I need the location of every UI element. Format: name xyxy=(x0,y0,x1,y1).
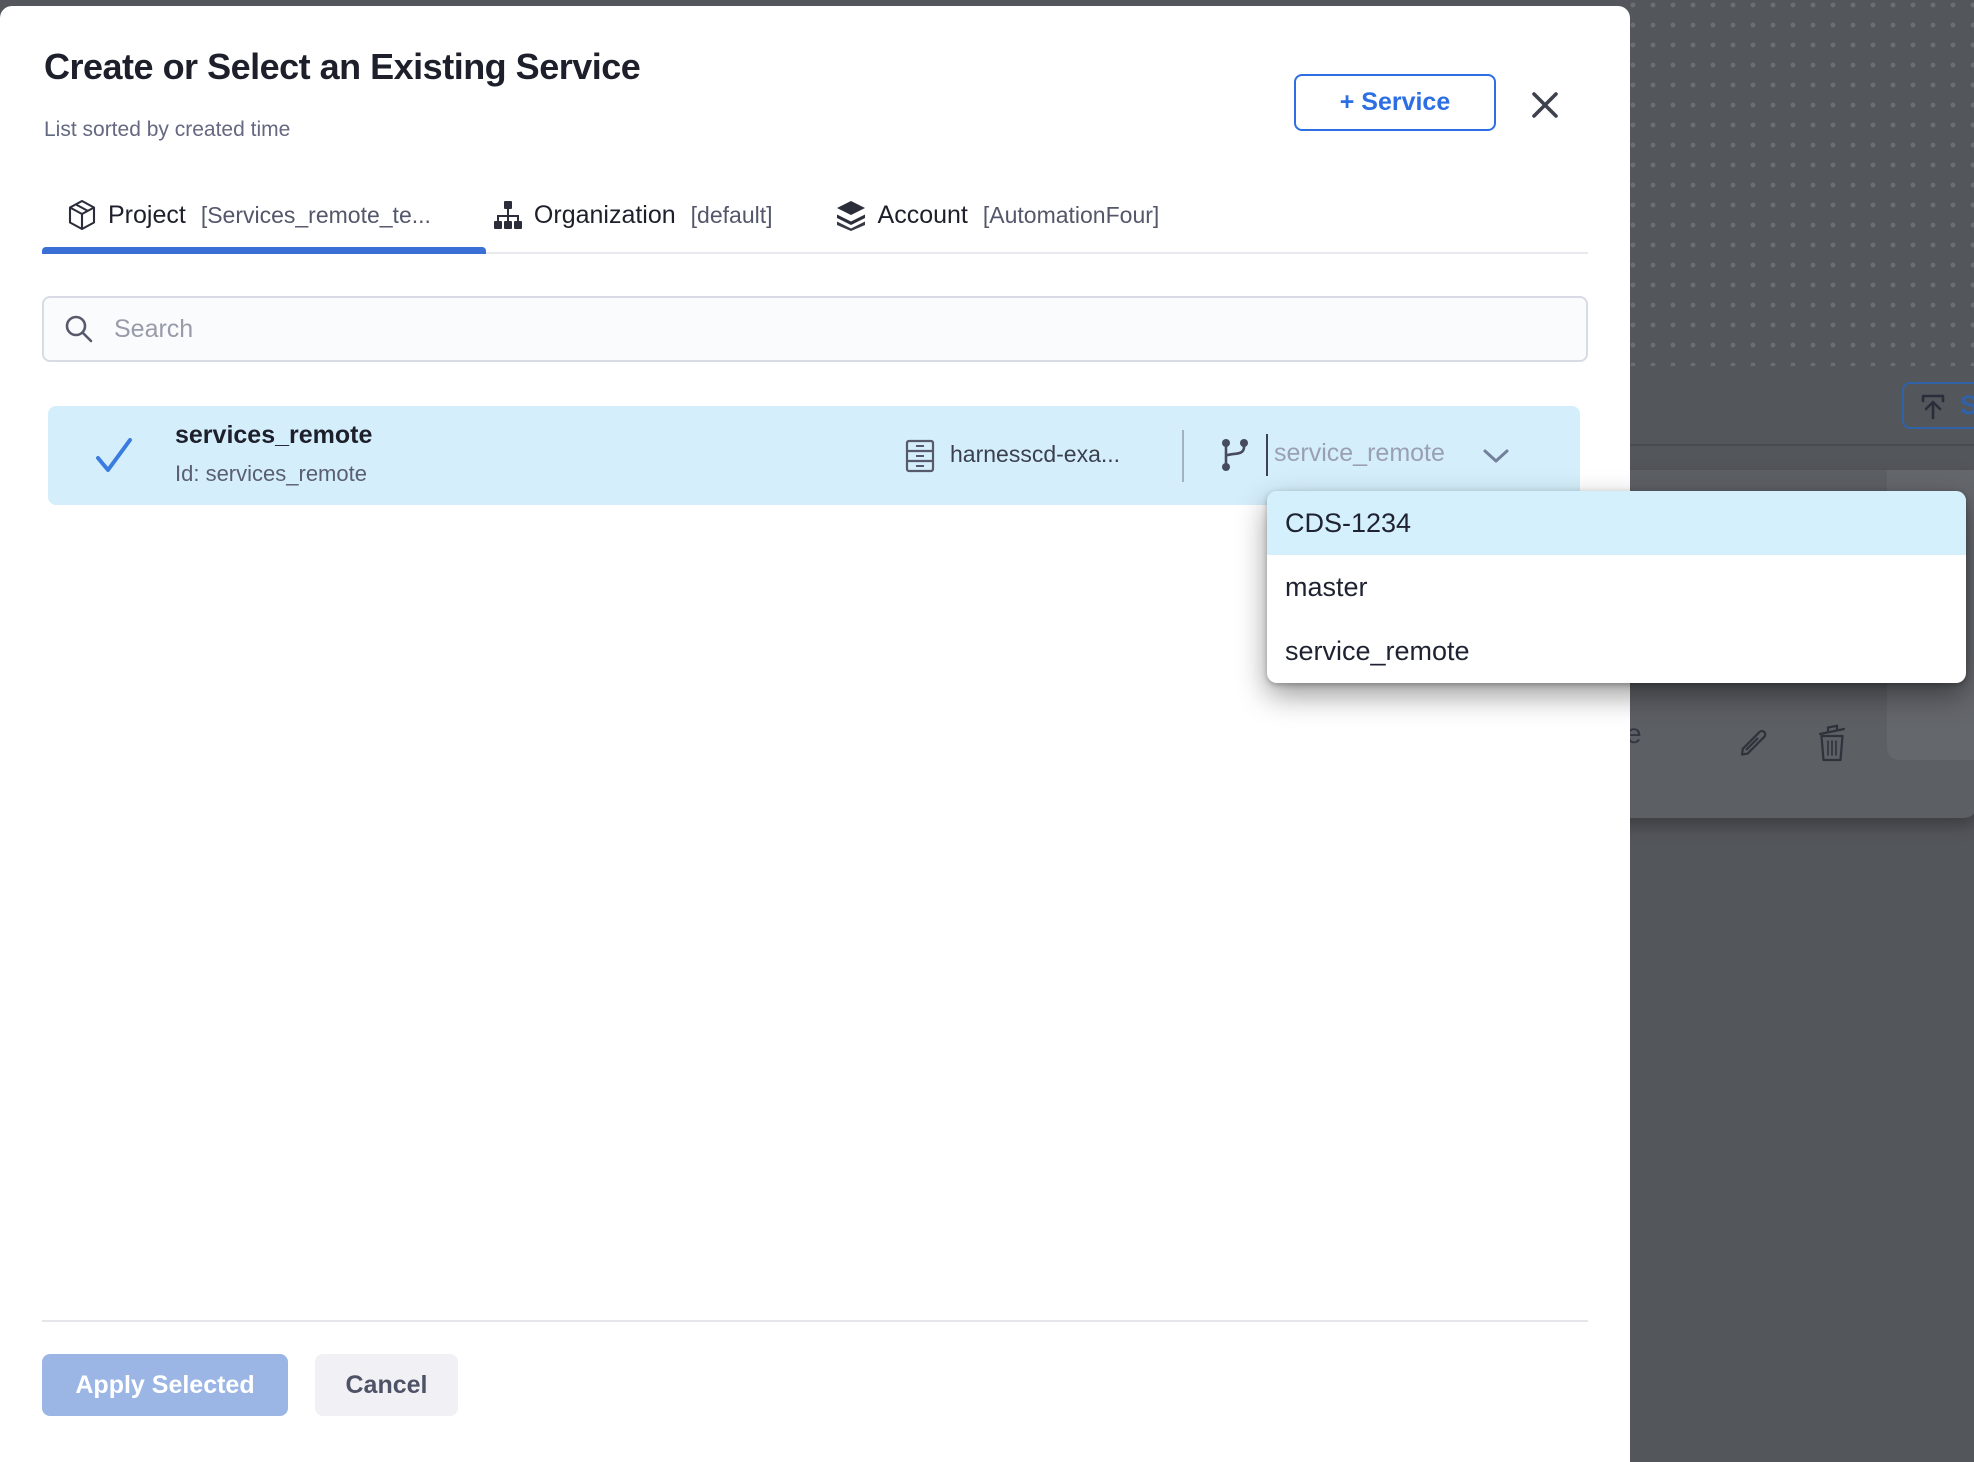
cancel-button[interactable]: Cancel xyxy=(315,1354,458,1416)
tab-organization-scope: [default] xyxy=(691,202,773,229)
branch-select-input[interactable]: service_remote xyxy=(1274,439,1445,468)
upload-icon xyxy=(1918,391,1948,421)
search-icon xyxy=(62,312,96,346)
chevron-down-icon[interactable] xyxy=(1482,448,1510,469)
tab-account[interactable]: Account [AutomationFour] xyxy=(835,199,1160,231)
tab-account-scope: [AutomationFour] xyxy=(983,202,1159,229)
modal-subtitle: List sorted by created time xyxy=(44,118,290,142)
new-service-button[interactable]: + Service xyxy=(1294,74,1496,131)
service-name: services_remote xyxy=(175,421,372,450)
modal-title: Create or Select an Existing Service xyxy=(44,46,640,88)
tab-account-label: Account xyxy=(878,201,968,230)
tab-organization-label: Organization xyxy=(534,201,676,230)
active-tab-indicator xyxy=(42,247,486,254)
close-button[interactable] xyxy=(1526,86,1564,124)
tab-project-label: Project xyxy=(108,201,186,230)
dropdown-option-master[interactable]: master xyxy=(1267,555,1966,619)
save-button-label: S xyxy=(1960,390,1974,421)
text-cursor xyxy=(1266,434,1268,476)
org-chart-icon xyxy=(493,199,523,231)
tab-project[interactable]: Project [Services_remote_te... xyxy=(67,199,431,231)
dropdown-option-service-remote[interactable]: service_remote xyxy=(1267,619,1966,683)
footer-divider xyxy=(42,1320,1588,1322)
search-input[interactable] xyxy=(112,314,1568,345)
scope-tabs: Project [Services_remote_te... Organizat… xyxy=(42,178,1588,254)
service-id: Id: services_remote xyxy=(175,461,367,487)
search-box xyxy=(42,296,1588,362)
canvas-divider xyxy=(1630,444,1974,446)
repository-name: harnesscd-exa... xyxy=(950,441,1120,468)
dropdown-option-cds-1234[interactable]: CDS-1234 xyxy=(1267,491,1966,555)
row-divider xyxy=(1182,430,1184,482)
repository-icon xyxy=(903,438,937,479)
close-icon xyxy=(1526,112,1564,127)
branch-dropdown: CDS-1234 master service_remote xyxy=(1267,491,1966,683)
tab-project-scope: [Services_remote_te... xyxy=(201,202,431,229)
check-icon xyxy=(92,434,136,481)
cube-icon xyxy=(67,199,97,231)
tab-organization[interactable]: Organization [default] xyxy=(493,199,773,231)
service-select-modal: Create or Select an Existing Service Lis… xyxy=(0,6,1630,1462)
git-branch-icon xyxy=(1219,437,1251,478)
save-button[interactable]: S xyxy=(1902,382,1974,429)
layers-icon xyxy=(835,199,867,231)
canvas-dot-grid xyxy=(1630,0,1974,366)
delete-icon[interactable] xyxy=(1812,722,1852,769)
apply-selected-button[interactable]: Apply Selected xyxy=(42,1354,288,1416)
edit-icon[interactable] xyxy=(1734,724,1772,767)
